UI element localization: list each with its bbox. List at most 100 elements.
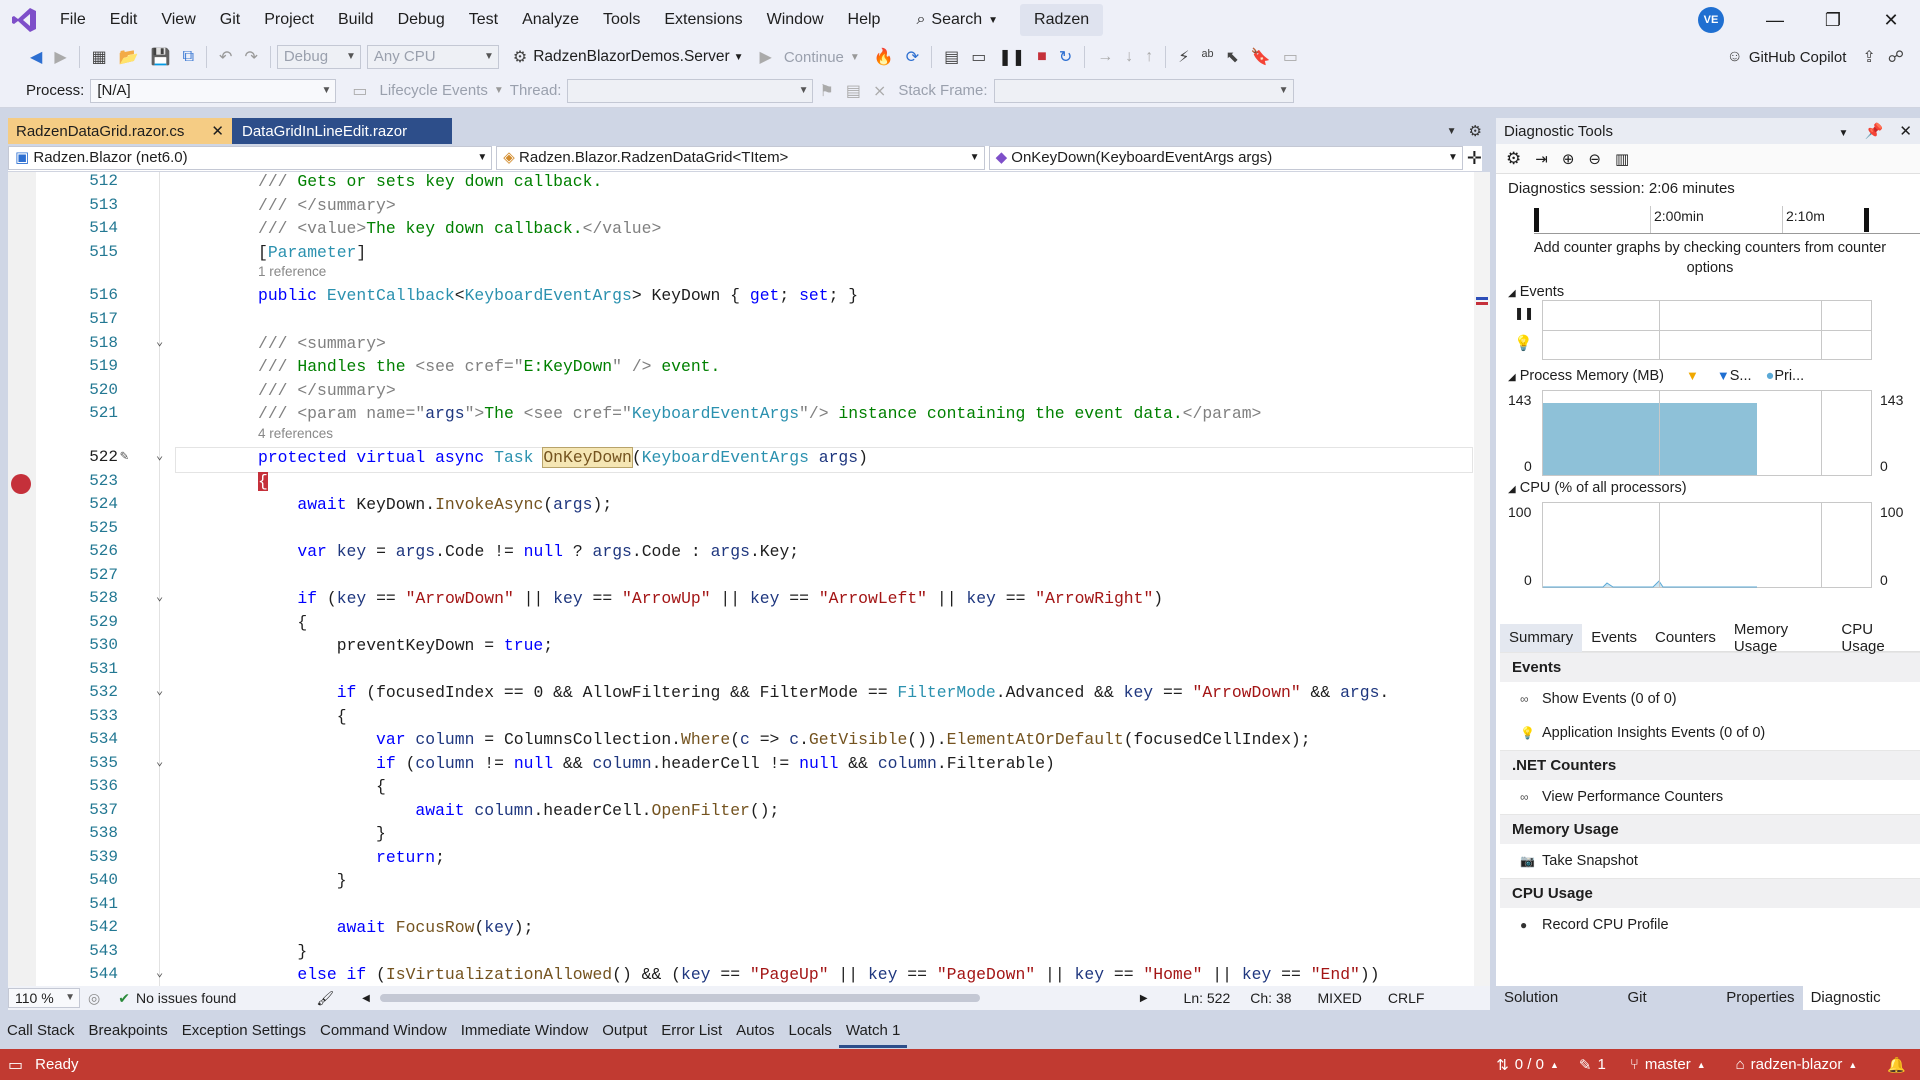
tab-summary[interactable]: Summary	[1500, 623, 1583, 652]
menu-item-debug[interactable]: Debug	[386, 0, 457, 40]
redo-icon[interactable]: ↷	[238, 47, 263, 67]
scroll-left-icon[interactable]: ◀	[362, 993, 370, 1004]
pending-changes[interactable]: 0 / 0	[1515, 1056, 1544, 1073]
branch-name[interactable]: master	[1645, 1056, 1691, 1073]
lifecycle-events-button[interactable]: Lifecycle Events	[373, 82, 493, 99]
project-select[interactable]: ▣ Radzen.Blazor (net6.0) ▼	[8, 146, 493, 170]
menu-item-tools[interactable]: Tools	[591, 0, 652, 40]
summary-link[interactable]: ∞ Show Events (0 of 0)	[1500, 682, 1920, 716]
search-box[interactable]: ⌕ Search ▼	[906, 4, 1008, 36]
menu-item-project[interactable]: Project	[252, 0, 326, 40]
chevron-down-icon[interactable]: ⌄	[156, 589, 163, 604]
menu-item-file[interactable]: File	[48, 0, 98, 40]
menu-item-test[interactable]: Test	[457, 0, 510, 40]
tool-tab-locals[interactable]: Locals	[782, 1014, 839, 1048]
dock-tab-3[interactable]: Diagnostic To...	[1802, 986, 1920, 1030]
tab-memory-usage[interactable]: Memory Usage	[1725, 621, 1832, 655]
repo-name[interactable]: radzen-blazor	[1751, 1056, 1843, 1073]
comment-icon[interactable]: ▭	[1277, 47, 1304, 67]
selection-start-handle[interactable]	[1534, 208, 1539, 232]
layout-icon[interactable]: ▭	[965, 47, 992, 67]
reference-hint[interactable]: 4 references	[258, 426, 333, 441]
browse-icon[interactable]: ▤	[938, 47, 965, 67]
summary-link[interactable]: ● Record CPU Profile	[1500, 908, 1920, 942]
tool-tab-call-stack[interactable]: Call Stack	[0, 1014, 82, 1048]
chevron-down-icon[interactable]: ⌄	[156, 334, 163, 349]
zoom-out-icon[interactable]: ⊖	[1588, 150, 1601, 168]
restore-icon[interactable]: ❐	[1804, 10, 1862, 31]
forward-icon[interactable]: ▶	[48, 47, 72, 67]
solution-name-badge[interactable]: Radzen	[1020, 4, 1104, 36]
export-icon[interactable]: ⇥	[1535, 150, 1548, 168]
reference-hint[interactable]: 1 reference	[258, 264, 326, 279]
share-icon[interactable]: ⇪	[1856, 47, 1881, 67]
pin-icon[interactable]: 📌	[1865, 123, 1884, 140]
chart-icon[interactable]: ▥	[1615, 150, 1629, 168]
menu-item-build[interactable]: Build	[326, 0, 386, 40]
continue-button[interactable]: Continue	[778, 49, 850, 66]
cursor-icon[interactable]: ⬉	[1219, 47, 1244, 67]
menu-item-view[interactable]: View	[149, 0, 207, 40]
close-icon[interactable]: ✕	[211, 122, 224, 140]
menu-item-help[interactable]: Help	[836, 0, 893, 40]
save-icon[interactable]: 💾	[145, 47, 177, 67]
stack-frame-select[interactable]: ▼	[993, 78, 1294, 103]
feedback-icon[interactable]: ☍	[1882, 47, 1910, 67]
menu-item-edit[interactable]: Edit	[98, 0, 150, 40]
restart-debug-icon[interactable]: ↻	[1053, 47, 1078, 67]
stop-icon[interactable]: ■	[1031, 48, 1053, 66]
menu-item-window[interactable]: Window	[755, 0, 836, 40]
cpu-graph[interactable]	[1542, 502, 1872, 588]
brush-icon[interactable]: 🖌	[316, 990, 334, 1007]
process-select[interactable]: [N/A] ▼	[90, 78, 337, 103]
restart-icon[interactable]: ⟳	[900, 47, 925, 67]
dock-tab-0[interactable]: Solution Explo...	[1496, 986, 1620, 1030]
summary-link[interactable]: 💡 Application Insights Events (0 of 0)	[1500, 716, 1920, 750]
type-select[interactable]: ◈ Radzen.Blazor.RadzenDataGrid<TItem> ▼	[496, 146, 985, 170]
minimize-icon[interactable]: —	[1746, 10, 1804, 31]
tab-list-icon[interactable]: ▼	[1447, 126, 1457, 137]
tool-tab-error-list[interactable]: Error List	[654, 1014, 729, 1048]
hide-icon[interactable]: ⨯	[867, 81, 892, 101]
spell-icon[interactable]: ᵃᵇ	[1195, 48, 1219, 66]
new-item-icon[interactable]: ▦	[86, 47, 113, 67]
timeline-ruler[interactable]: 2:00min 2:10m	[1534, 206, 1920, 234]
cpu-section-header[interactable]: ◢ CPU (% of all processors)	[1500, 476, 1695, 500]
dock-tab-2[interactable]: Properties	[1718, 986, 1802, 1010]
close-icon[interactable]: ✕	[1862, 10, 1920, 31]
tool-tab-output[interactable]: Output	[595, 1014, 654, 1048]
code-lens[interactable]: 4 references	[8, 426, 1474, 450]
scroll-right-icon[interactable]: ▶	[1140, 993, 1148, 1004]
code-editor[interactable]: 512/// Gets or sets key down callback. 5…	[8, 172, 1474, 986]
pause-icon[interactable]: ❚❚	[992, 47, 1031, 67]
zoom-in-icon[interactable]: ⊕	[1562, 150, 1575, 168]
horizontal-scrollbar-thumb[interactable]	[379, 994, 980, 1002]
edit-count[interactable]: 1	[1597, 1056, 1605, 1073]
avatar[interactable]: VE	[1698, 7, 1724, 33]
tool-tab-breakpoints[interactable]: Breakpoints	[82, 1014, 175, 1048]
editor-vertical-scrollbar[interactable]	[1474, 172, 1490, 986]
bookmark-icon[interactable]: 🔖	[1245, 47, 1277, 67]
filter-icon[interactable]: ▤	[840, 81, 867, 101]
memory-section-header[interactable]: ◢ Process Memory (MB) ▼ ▼S... ●Pri...	[1500, 364, 1812, 388]
tool-tab-watch-1[interactable]: Watch 1	[838, 1014, 908, 1048]
tab-datagridinlineedit-razor[interactable]: DataGridInLineEdit.razor	[232, 118, 452, 144]
chevron-down-icon[interactable]: ⌄	[156, 448, 163, 463]
notification-area-icon[interactable]: ▭	[8, 1055, 23, 1075]
tab-events[interactable]: Events	[1582, 629, 1646, 646]
tool-tab-autos[interactable]: Autos	[729, 1014, 781, 1048]
tab-counters[interactable]: Counters	[1646, 629, 1725, 646]
dock-tab-1[interactable]: Git Changes	[1620, 986, 1719, 1030]
visual-studio-logo-icon[interactable]	[0, 0, 48, 40]
encoding-status[interactable]: MIXED	[1318, 990, 1362, 1006]
breakpoint-icon[interactable]	[11, 473, 31, 494]
menu-item-git[interactable]: Git	[208, 0, 252, 40]
play-icon[interactable]: ▶	[754, 47, 778, 67]
member-select[interactable]: ◆ OnKeyDown(KeyboardEventArgs args) ▼	[988, 146, 1463, 170]
chevron-down-icon[interactable]: ⌄	[156, 965, 163, 980]
back-icon[interactable]: ◀	[24, 47, 48, 67]
issues-status[interactable]: No issues found	[136, 990, 236, 1006]
gear-icon[interactable]: ⚙	[1506, 149, 1521, 169]
bell-icon[interactable]: 🔔	[1887, 1056, 1906, 1074]
events-graph[interactable]	[1542, 300, 1872, 360]
